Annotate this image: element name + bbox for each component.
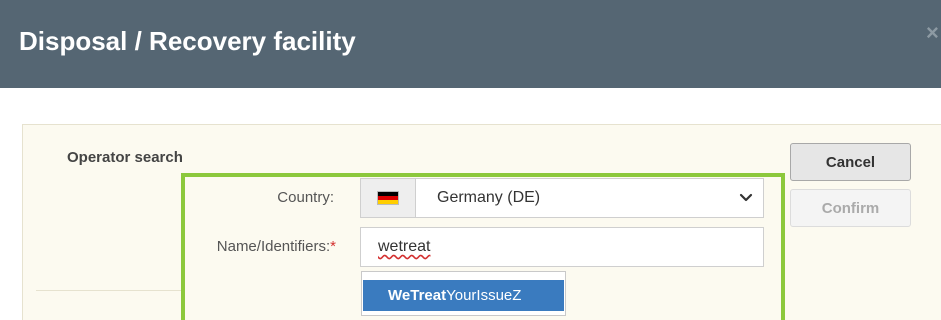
- name-input-value: wetreat: [378, 238, 431, 255]
- country-value: Germany (DE): [437, 189, 541, 206]
- name-label: Name/Identifiers:*: [190, 238, 336, 255]
- required-marker: *: [330, 238, 336, 255]
- section-title: Operator search: [67, 149, 183, 166]
- panel-divider: [36, 290, 184, 291]
- suggestion-item[interactable]: WeTreat YourIssueZ: [363, 280, 564, 311]
- suggestion-rest: YourIssueZ: [446, 287, 522, 304]
- confirm-button[interactable]: Confirm: [790, 189, 911, 227]
- name-label-text: Name/Identifiers:: [216, 238, 331, 255]
- dialog-title: Disposal / Recovery facility: [19, 26, 356, 56]
- chevron-down-icon: [739, 193, 753, 202]
- country-label: Country:: [277, 189, 334, 206]
- germany-flag-icon: [378, 192, 398, 204]
- name-identifiers-input[interactable]: wetreat: [360, 227, 764, 267]
- dialog-header: Disposal / Recovery facility ×: [0, 0, 941, 88]
- suggestion-match: WeTreat: [388, 287, 447, 304]
- country-select[interactable]: Germany (DE): [360, 178, 764, 218]
- autocomplete-list: WeTreat YourIssueZ: [361, 271, 566, 316]
- cancel-button[interactable]: Cancel: [790, 143, 911, 181]
- flag-box: [361, 179, 416, 217]
- close-icon[interactable]: ×: [926, 20, 939, 46]
